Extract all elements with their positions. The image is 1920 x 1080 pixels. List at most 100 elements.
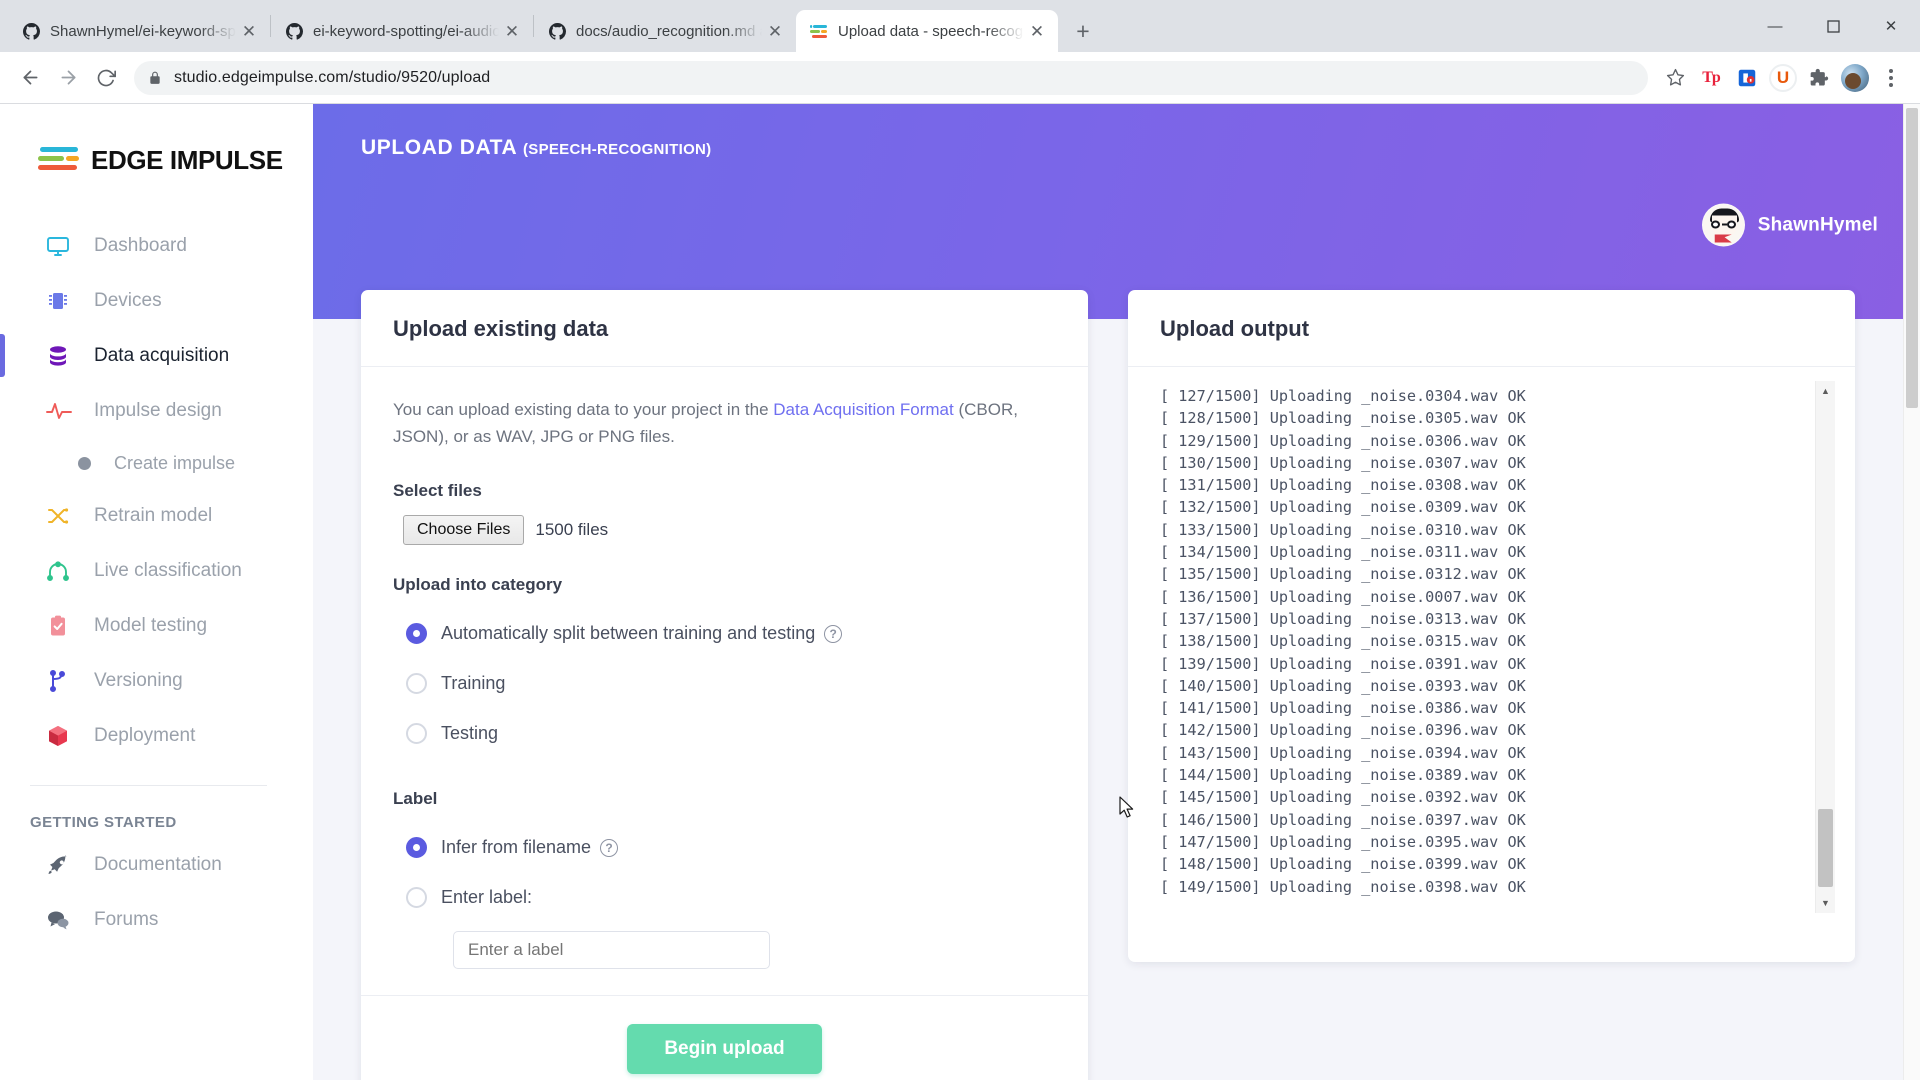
radio-button[interactable] <box>406 723 427 745</box>
address-bar[interactable]: studio.edgeimpulse.com/studio/9520/uploa… <box>134 60 1648 95</box>
user-menu[interactable]: ShawnHymel <box>1701 203 1878 247</box>
choose-files-button[interactable]: Choose Files <box>403 514 525 545</box>
scroll-down-icon[interactable]: ▼ <box>1816 893 1835 913</box>
user-name: ShawnHymel <box>1757 214 1878 235</box>
sidebar-item-label: Deployment <box>94 724 196 746</box>
sidebar-item-impulse-design[interactable]: Impulse design <box>0 383 313 438</box>
radio-training[interactable]: Training <box>393 659 1056 709</box>
clipboard-check-icon <box>46 614 76 638</box>
upload-card-title: Upload existing data <box>361 290 1088 367</box>
bullet-dot-icon <box>78 456 91 470</box>
monitor-icon <box>46 234 76 258</box>
tab-title: docs/audio_recognition.md at m <box>576 22 762 40</box>
label-input[interactable] <box>453 930 770 969</box>
address-bar-url: studio.edgeimpulse.com/studio/9520/uploa… <box>174 68 491 86</box>
sidebar-item-label: Documentation <box>94 853 222 875</box>
reload-icon[interactable] <box>88 60 124 96</box>
new-tab-button[interactable]: + <box>1066 14 1100 48</box>
extensions-puzzle-icon[interactable] <box>1802 61 1836 95</box>
lock-icon <box>148 71 162 85</box>
upload-intro-text: You can upload existing data to your pro… <box>393 397 1033 451</box>
main-content: UPLOAD DATA (SPEECH-RECOGNITION) ShawnHy… <box>313 104 1920 1080</box>
sidebar-item-model-testing[interactable]: Model testing <box>0 598 313 653</box>
radio-auto-split[interactable]: Automatically split between training and… <box>393 609 1056 659</box>
upload-output-log: [ 127/1500] Uploading _noise.0304.wav OK… <box>1160 387 1526 896</box>
edge-impulse-logo-icon <box>38 144 80 176</box>
sidebar-section-title: GETTING STARTED <box>30 814 177 831</box>
database-icon <box>46 344 76 368</box>
sidebar-item-deployment[interactable]: Deployment <box>0 708 313 763</box>
sidebar-item-retrain-model[interactable]: Retrain model <box>0 488 313 543</box>
browser-toolbar: studio.edgeimpulse.com/studio/9520/uploa… <box>0 52 1920 104</box>
page-scrollbar[interactable] <box>1903 104 1920 1080</box>
sidebar-item-live-classification[interactable]: Live classification <box>0 543 313 598</box>
radio-button[interactable] <box>406 623 427 645</box>
github-icon <box>285 22 303 40</box>
radio-enter-label[interactable]: Enter label: <box>393 873 1056 923</box>
radio-button[interactable] <box>406 837 427 859</box>
sidebar-item-create-impulse[interactable]: Create impulse <box>0 438 313 488</box>
tab-title: ei-keyword-spotting/ei-audio-da <box>313 22 499 40</box>
radio-button[interactable] <box>406 887 427 909</box>
file-input-row: Choose Files 1500 files <box>403 514 1056 545</box>
begin-upload-button[interactable]: Begin upload <box>627 1023 822 1074</box>
toolbar-extension-icons: Tp U <box>1658 61 1908 95</box>
edge-impulse-logo[interactable]: EDGE IMPULSE <box>0 122 313 176</box>
u-extension-icon[interactable]: U <box>1766 61 1800 95</box>
help-icon[interactable]: ? <box>824 624 843 643</box>
sidebar-item-devices[interactable]: Devices <box>0 273 313 328</box>
chrome-profile-avatar[interactable] <box>1838 61 1872 95</box>
cube-icon <box>46 724 76 748</box>
scrollbar-thumb[interactable] <box>1818 809 1833 887</box>
chrome-menu-icon[interactable] <box>1874 61 1908 95</box>
close-icon[interactable]: ✕ <box>762 18 788 44</box>
browser-tab-1[interactable]: ShawnHymel/ei-keyword-spottin ✕ <box>8 10 270 52</box>
label-section-label: Label <box>393 788 438 808</box>
browser-tab-2[interactable]: ei-keyword-spotting/ei-audio-da ✕ <box>271 10 533 52</box>
close-icon[interactable]: ✕ <box>1024 18 1050 44</box>
github-icon <box>548 22 566 40</box>
close-icon[interactable]: ✕ <box>1862 0 1920 52</box>
password-manager-icon[interactable] <box>1730 61 1764 95</box>
tab-title: ShawnHymel/ei-keyword-spottin <box>50 22 236 40</box>
radio-infer-from-filename[interactable]: Infer from filename ? <box>393 823 1056 873</box>
rocket-icon <box>46 853 76 877</box>
back-icon[interactable] <box>12 60 48 96</box>
output-log-scrollbar[interactable]: ▲ ▼ <box>1815 381 1835 913</box>
star-icon[interactable] <box>1658 61 1692 95</box>
tp-extension-icon[interactable]: Tp <box>1694 61 1728 95</box>
page-title-project: (SPEECH-RECOGNITION) <box>522 141 712 158</box>
data-acquisition-format-link[interactable]: Data Acquisition Format <box>773 400 953 419</box>
sidebar-item-label: Devices <box>94 289 162 311</box>
minimize-icon[interactable]: — <box>1746 0 1804 52</box>
selected-file-count: 1500 files <box>535 519 609 539</box>
upload-card-body: You can upload existing data to your pro… <box>361 367 1088 995</box>
page-title-main: UPLOAD DATA <box>361 136 517 159</box>
help-icon[interactable]: ? <box>600 838 619 857</box>
intro-text-before: You can upload existing data to your pro… <box>393 400 774 419</box>
radio-button[interactable] <box>406 673 427 695</box>
sidebar-item-data-acquisition[interactable]: Data acquisition <box>0 328 313 383</box>
browser-tabstrip: ShawnHymel/ei-keyword-spottin ✕ ei-keywo… <box>0 0 1920 52</box>
page-scrollbar-thumb[interactable] <box>1906 108 1918 408</box>
upload-output-card: Upload output [ 127/1500] Uploading _noi… <box>1128 290 1855 962</box>
edge-impulse-icon <box>810 22 828 40</box>
branch-icon <box>46 669 76 693</box>
sidebar-item-dashboard[interactable]: Dashboard <box>0 218 313 273</box>
browser-tab-4-active[interactable]: Upload data - speech-recognitio ✕ <box>796 10 1058 52</box>
browser-tab-3[interactable]: docs/audio_recognition.md at m ✕ <box>534 10 796 52</box>
radio-testing[interactable]: Testing <box>393 709 1056 759</box>
github-icon <box>22 22 40 40</box>
sidebar-item-label: Live classification <box>94 559 242 581</box>
maximize-icon[interactable] <box>1804 0 1862 52</box>
close-icon[interactable]: ✕ <box>236 18 262 44</box>
output-card-title: Upload output <box>1128 290 1855 367</box>
upload-category-label: Upload into category <box>393 574 563 594</box>
sidebar-item-forums[interactable]: Forums <box>0 892 313 947</box>
scroll-up-icon[interactable]: ▲ <box>1816 381 1835 401</box>
sidebar-item-documentation[interactable]: Documentation <box>0 837 313 892</box>
close-icon[interactable]: ✕ <box>499 18 525 44</box>
pulse-icon <box>46 399 76 423</box>
sidebar-item-versioning[interactable]: Versioning <box>0 653 313 708</box>
forward-icon[interactable] <box>50 60 86 96</box>
